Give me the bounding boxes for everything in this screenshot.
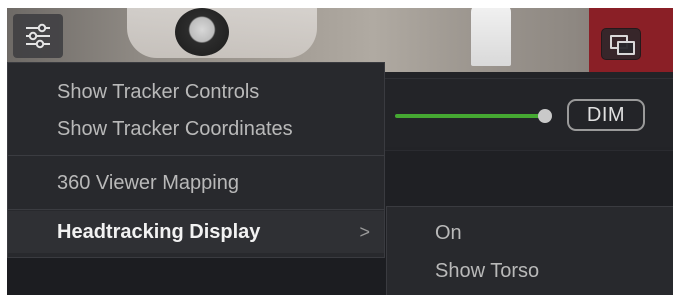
picture-in-picture-button[interactable] (601, 28, 641, 60)
menu-item-label: Show Tracker Coordinates (57, 118, 293, 140)
viewer-options-button[interactable] (13, 14, 63, 58)
submenu-item-label: On (435, 222, 462, 244)
menu-item-360-viewer-mapping[interactable]: 360 Viewer Mapping (8, 169, 384, 197)
menu-item-show-tracker-controls[interactable]: Show Tracker Controls (8, 78, 384, 106)
menu-item-label: Headtracking Display (57, 221, 261, 243)
sliders-icon (26, 23, 50, 49)
menu-item-show-tracker-coordinates[interactable]: Show Tracker Coordinates (8, 115, 384, 143)
viewer-options-menu: Show Tracker Controls Show Tracker Coord… (7, 62, 385, 258)
submenu-item-on[interactable]: On (387, 219, 673, 247)
preview-wheel (175, 8, 229, 56)
submenu-item-label: Show Torso (435, 260, 540, 282)
dim-level-slider-track[interactable] (395, 114, 547, 118)
submenu-item-show-torso[interactable]: Show Torso (387, 257, 673, 285)
menu-separator (8, 155, 384, 156)
dim-level-slider-handle[interactable] (538, 109, 552, 123)
menu-separator (8, 209, 384, 210)
menu-item-headtracking-display[interactable]: Headtracking Display > (8, 211, 384, 253)
dim-button[interactable]: DIM (567, 99, 645, 131)
chevron-right-icon: > (359, 222, 370, 242)
headtracking-display-submenu: On Show Torso (386, 206, 673, 295)
menu-item-label: 360 Viewer Mapping (57, 172, 239, 194)
preview-person (471, 8, 511, 66)
menu-item-label: Show Tracker Controls (57, 81, 260, 103)
picture-in-picture-icon-front (617, 41, 635, 55)
